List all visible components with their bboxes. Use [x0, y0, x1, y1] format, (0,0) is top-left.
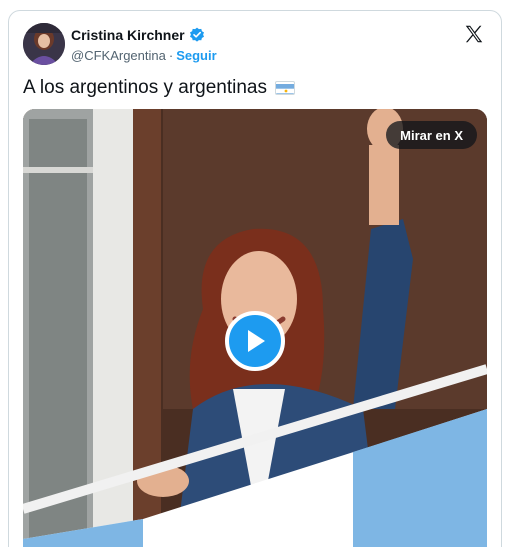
- video-media[interactable]: Mirar en X: [23, 109, 487, 547]
- handle-separator: ·: [168, 48, 174, 63]
- follow-button[interactable]: Seguir: [176, 48, 216, 63]
- play-icon[interactable]: [225, 311, 285, 371]
- watch-on-x-button[interactable]: Mirar en X: [386, 121, 477, 149]
- author-handle[interactable]: @CFKArgentina: [71, 48, 166, 63]
- author-name[interactable]: Cristina Kirchner: [71, 27, 185, 43]
- tweet-embed-card[interactable]: Cristina Kirchner @CFKArgentina · Seguir…: [8, 10, 502, 547]
- tweet-text: A los argentinos y argentinas: [23, 77, 267, 98]
- argentina-flag-emoji: [275, 81, 295, 95]
- x-logo-icon[interactable]: [463, 23, 485, 45]
- verified-badge-icon: [189, 27, 205, 43]
- author-avatar[interactable]: [23, 23, 65, 65]
